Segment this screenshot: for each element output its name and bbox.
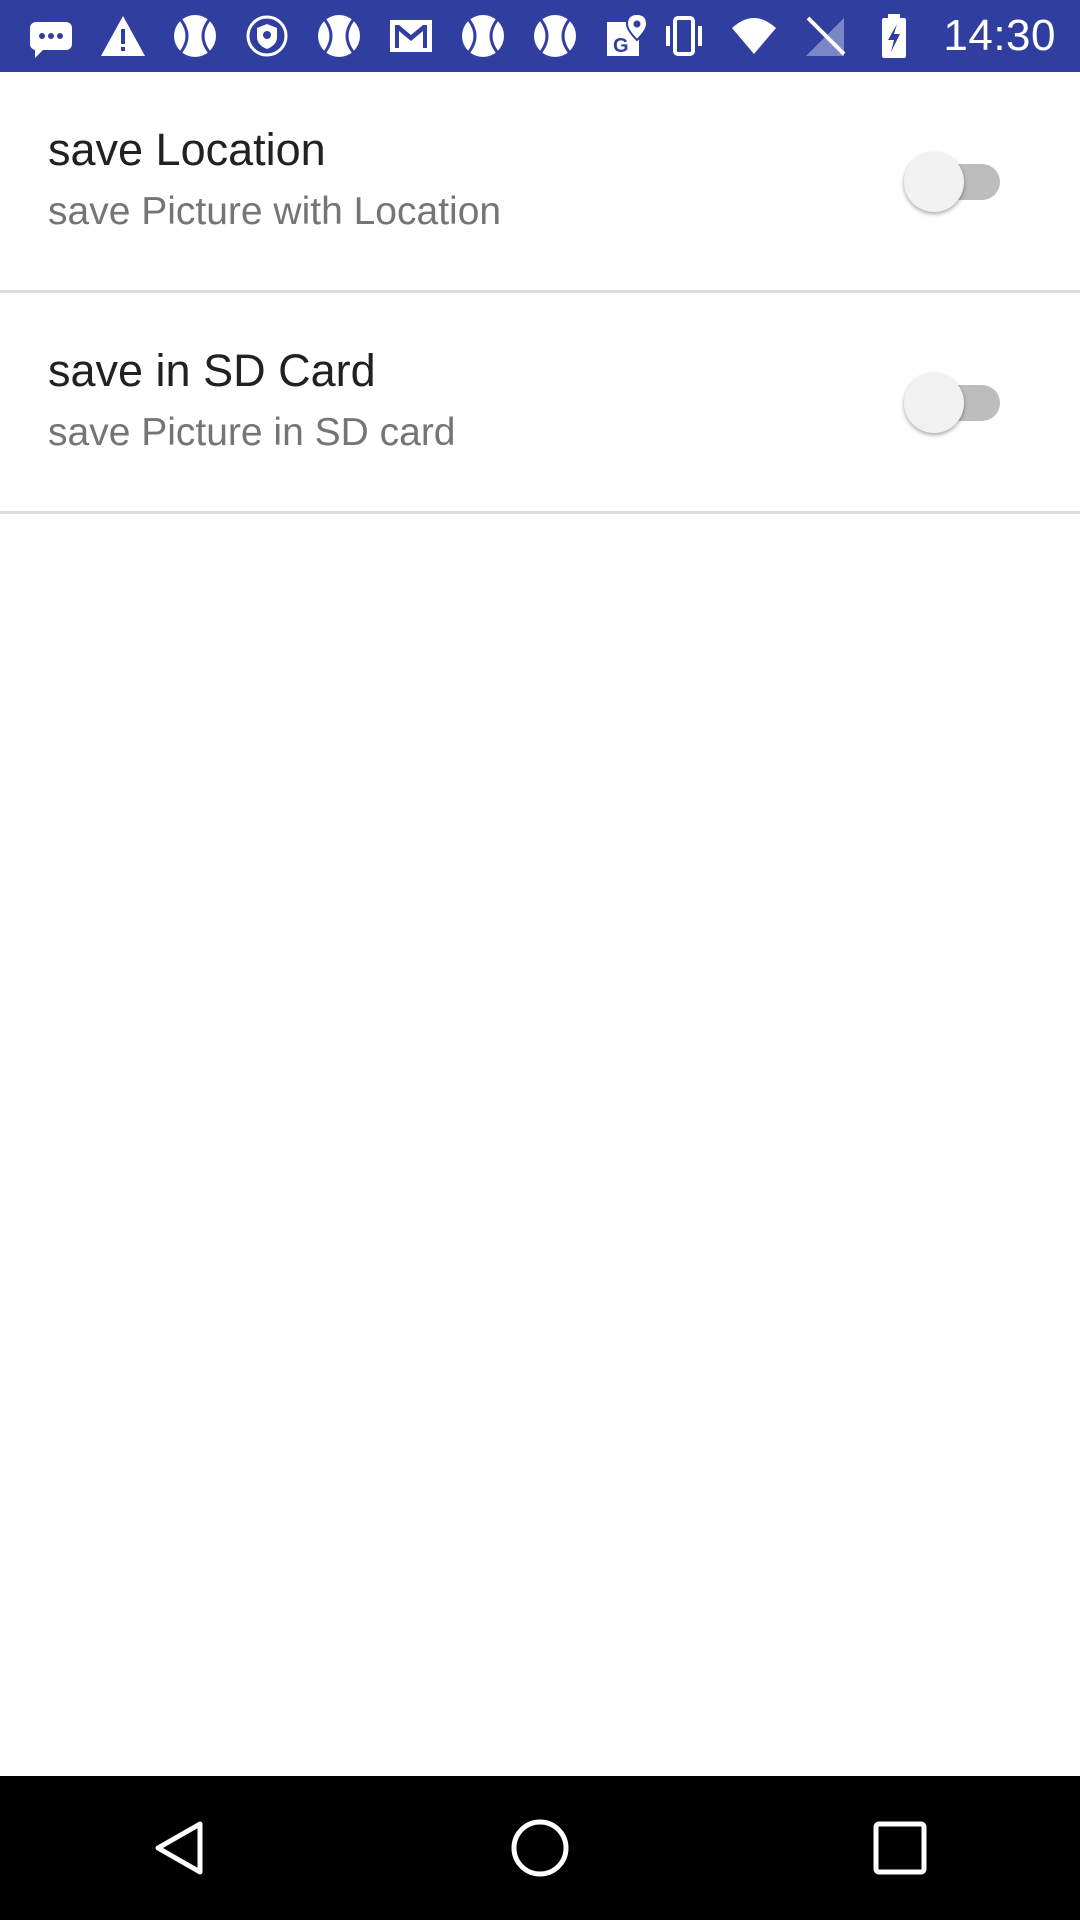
gmail-icon — [386, 11, 436, 61]
recents-icon — [873, 1821, 927, 1875]
baseball-icon — [170, 11, 220, 61]
battery-charging-icon — [869, 11, 919, 61]
save-sd-card-switch[interactable] — [904, 373, 1000, 433]
wifi-icon — [729, 11, 779, 61]
preference-summary: save Picture with Location — [48, 190, 502, 233]
back-icon — [155, 1821, 203, 1875]
svg-text:G: G — [613, 35, 629, 57]
status-clock: 14:30 — [943, 11, 1056, 60]
navigation-bar — [0, 1776, 1080, 1920]
save-location-switch[interactable] — [904, 152, 1000, 212]
recents-button[interactable] — [840, 1788, 960, 1908]
baseball-icon — [314, 11, 364, 61]
system-icons: 14:30 — [659, 11, 1080, 61]
vibrate-icon — [659, 11, 709, 61]
preference-save-sd-card[interactable]: save in SD Card save Picture in SD card — [0, 293, 1080, 514]
preference-summary: save Picture in SD card — [48, 411, 456, 454]
home-icon — [511, 1819, 569, 1877]
preference-list: save Location save Picture with Location… — [0, 72, 1080, 514]
notification-icons: G — [0, 11, 659, 61]
back-button[interactable] — [120, 1788, 240, 1908]
status-bar: G 14:30 — [0, 0, 1080, 72]
preference-title: save Location — [48, 124, 326, 175]
baseball-icon — [530, 11, 580, 61]
message-icon — [26, 11, 76, 61]
maps-icon: G — [602, 11, 652, 61]
no-signal-icon — [799, 11, 849, 61]
preference-save-location[interactable]: save Location save Picture with Location — [0, 72, 1080, 293]
switch-thumb — [904, 152, 964, 212]
switch-thumb — [904, 373, 964, 433]
preference-title: save in SD Card — [48, 345, 376, 396]
home-button[interactable] — [480, 1788, 600, 1908]
warning-icon — [98, 11, 148, 61]
baseball-icon — [458, 11, 508, 61]
screen: G 14:30 save Location save Picture with … — [0, 0, 1080, 1920]
vpn-shield-icon — [242, 11, 292, 61]
